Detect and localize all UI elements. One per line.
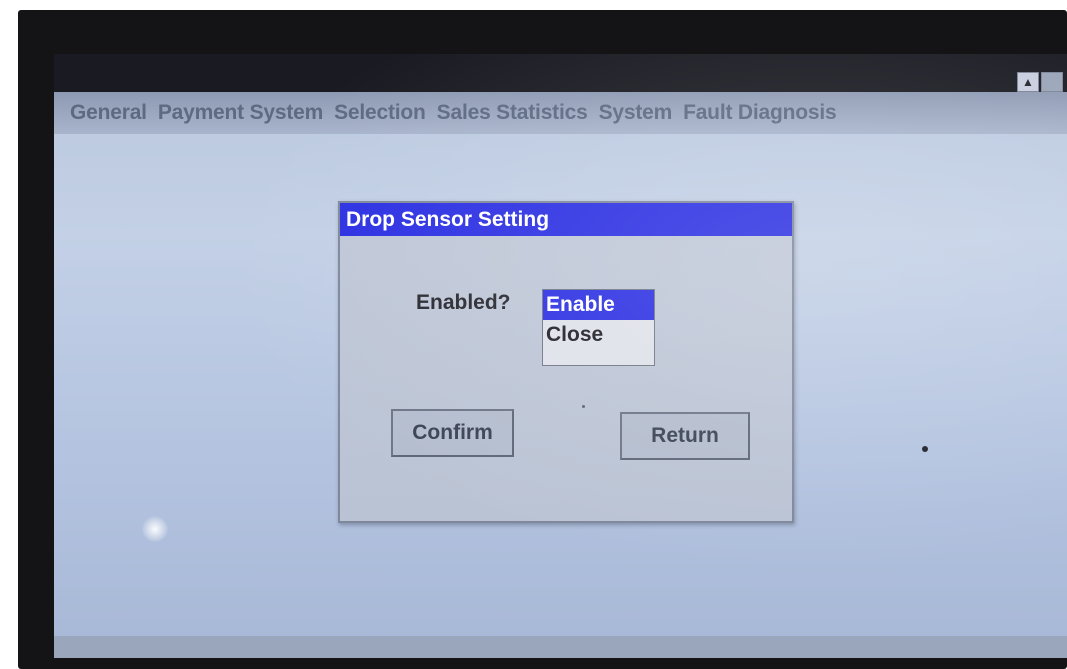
status-strip [54, 636, 1067, 658]
triangle-up-icon: ▲ [1022, 75, 1034, 89]
title-bar: ▲ [54, 54, 1067, 92]
menu-item-general[interactable]: General [70, 101, 147, 125]
menu-item-sales-statistics[interactable]: Sales Statistics [437, 101, 588, 125]
window-controls: ▲ [1017, 72, 1063, 92]
menu-item-payment-system[interactable]: Payment System [158, 101, 323, 125]
device-bezel: ▲ General Payment System Selection Sales… [18, 10, 1067, 669]
scroll-up-button[interactable]: ▲ [1017, 72, 1039, 92]
menu-item-fault-diagnosis[interactable]: Fault Diagnosis [683, 101, 837, 125]
dialog-title: Drop Sensor Setting [340, 203, 792, 236]
return-button[interactable]: Return [620, 412, 750, 460]
menu-item-selection[interactable]: Selection [334, 101, 426, 125]
screen-dust-speck [582, 405, 585, 408]
confirm-button[interactable]: Confirm [391, 409, 514, 457]
enabled-listbox[interactable]: Enable Close [542, 289, 655, 366]
option-close[interactable]: Close [543, 320, 654, 350]
drop-sensor-dialog: Drop Sensor Setting Enabled? Enable Clos… [338, 201, 794, 523]
menu-bar: General Payment System Selection Sales S… [54, 92, 1067, 134]
touch-screen: ▲ General Payment System Selection Sales… [54, 54, 1067, 658]
screen-dust-speck [922, 446, 928, 452]
option-enable[interactable]: Enable [543, 290, 654, 320]
menu-item-system[interactable]: System [599, 101, 673, 125]
enabled-label: Enabled? [416, 291, 511, 314]
screen-glare-spot [142, 516, 168, 542]
restore-button[interactable] [1041, 72, 1063, 92]
